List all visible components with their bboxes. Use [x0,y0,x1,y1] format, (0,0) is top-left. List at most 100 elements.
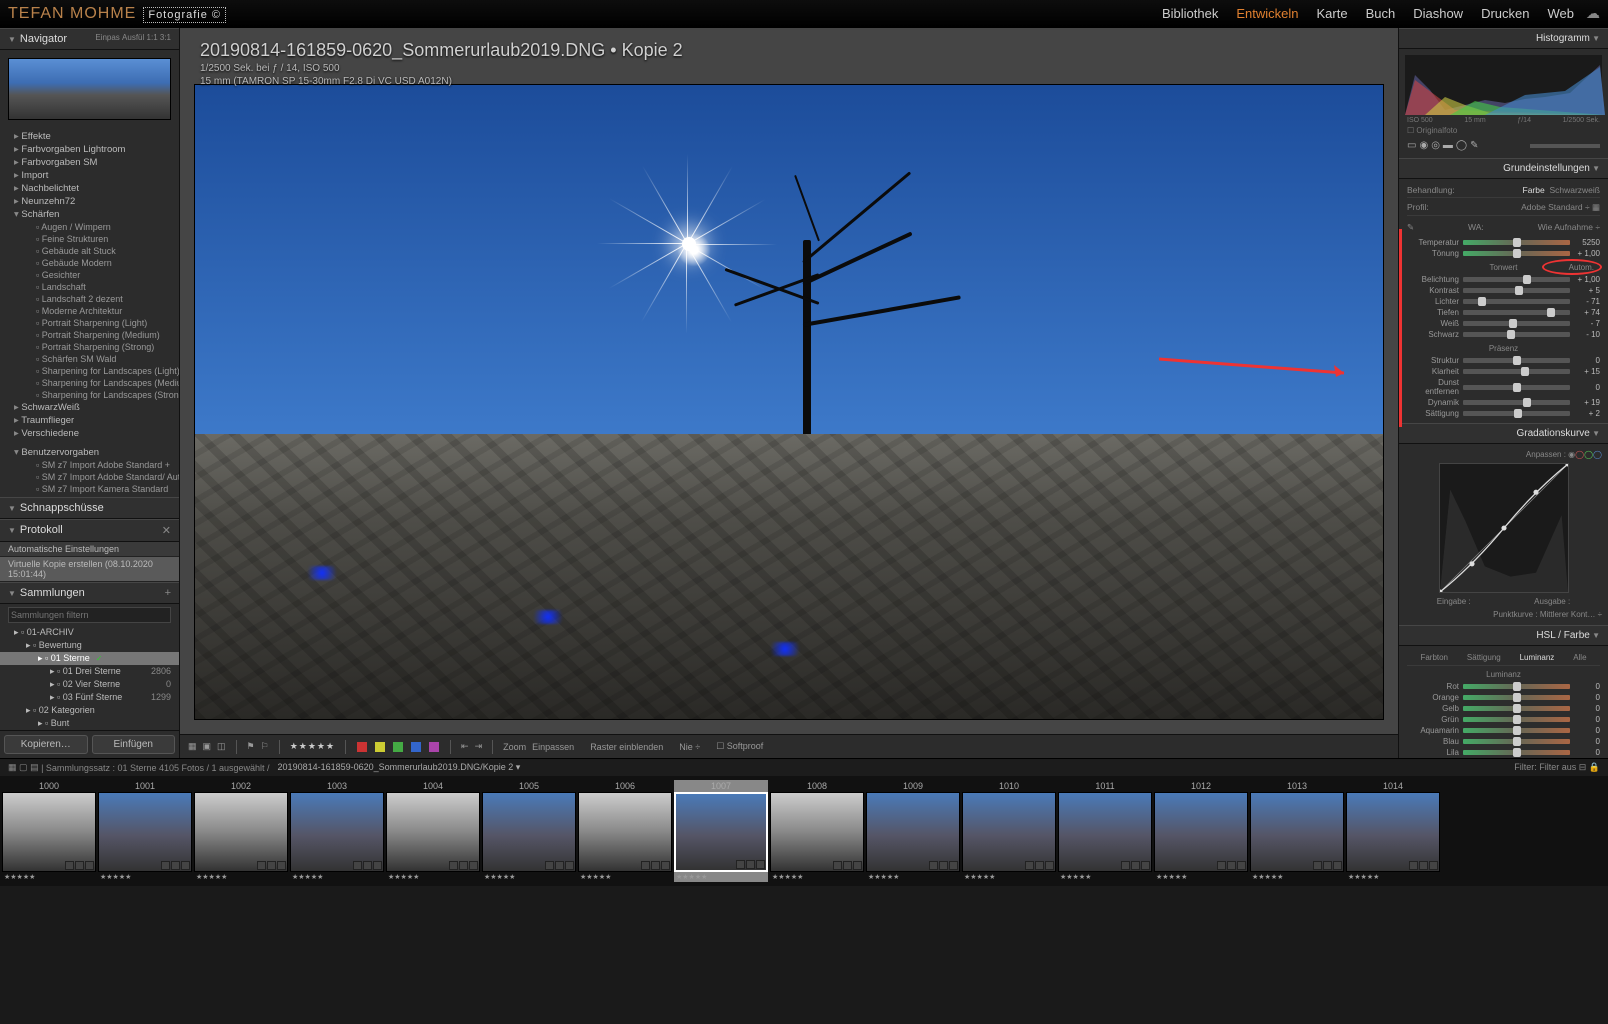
module-drucken[interactable]: Drucken [1481,6,1529,21]
wb-select[interactable]: Wie Aufnahme ÷ [1538,222,1600,233]
collections-header[interactable]: Sammlungen+ [0,582,179,604]
history-item[interactable]: Automatische Einstellungen [0,542,179,557]
slider-dunst-entfernen[interactable]: Dunst entfernen0 [1407,377,1600,397]
filmstrip-thumb[interactable]: 1014★★★★★ [1346,780,1440,882]
preset-item[interactable]: ▫ Landschaft 2 dezent [0,293,179,305]
preset-item[interactable]: ▫ Moderne Architektur [0,305,179,317]
filmstrip-thumb[interactable]: 1008★★★★★ [770,780,864,882]
collection-item[interactable]: ▸ ▫ Bewertung [0,639,179,652]
preset-folder[interactable]: Farbvorgaben Lightroom [0,143,179,156]
hsl-tab[interactable]: Sättigung [1467,653,1501,662]
navigator-header[interactable]: Navigator Einpas Ausfül 1:1 3:1 [0,28,179,50]
slider-rot[interactable]: Rot0 [1407,681,1600,692]
module-entwickeln[interactable]: Entwickeln [1236,6,1298,21]
redeye-tool-icon[interactable]: ◎ [1431,140,1440,151]
slider-lila[interactable]: Lila0 [1407,747,1600,758]
filmstrip-thumb[interactable]: 1013★★★★★ [1250,780,1344,882]
module-karte[interactable]: Karte [1317,6,1348,21]
collection-item[interactable]: ▸ ▫ 01 Sterne✓ [0,652,179,665]
history-header[interactable]: Protokoll✕ [0,519,179,542]
preset-item[interactable]: ▫ Landschaft [0,281,179,293]
collection-item[interactable]: ▸ ▫ 01 Drei Sterne2806 [0,665,179,678]
slider-dynamik[interactable]: Dynamik+ 19 [1407,397,1600,408]
collection-item[interactable]: ▸ ▫ 02 Kategorien [0,704,179,717]
hsl-tab[interactable]: Alle [1573,653,1586,662]
profile-select[interactable]: Adobe Standard ÷ ▦ [1521,202,1600,213]
module-buch[interactable]: Buch [1366,6,1396,21]
module-diashow[interactable]: Diashow [1413,6,1463,21]
preset-folder[interactable]: Neunzehn72 [0,195,179,208]
paste-button[interactable]: Einfügen [92,735,176,754]
breadcrumb-path[interactable]: 20190814-161859-0620_Sommerurlaub2019.DN… [278,762,521,773]
label-blue[interactable] [411,742,421,752]
nav-prev-icon[interactable]: ⇤ [461,741,469,752]
slider-temperatur[interactable]: Temperatur5250 [1407,237,1600,248]
collection-item[interactable]: ▸ ▫ 02 Vier Sterne0 [0,678,179,691]
preset-item[interactable]: ▫ Feine Strukturen [0,233,179,245]
filmstrip-thumb[interactable]: 1001★★★★★ [98,780,192,882]
filmstrip-thumb[interactable]: 1010★★★★★ [962,780,1056,882]
radial-tool-icon[interactable]: ◯ [1456,140,1467,151]
brush-tool-icon[interactable]: ✎ [1470,140,1478,151]
collections-filter-input[interactable] [8,607,171,623]
filmstrip-thumb[interactable]: 1000★★★★★ [2,780,96,882]
slider-belichtung[interactable]: Belichtung+ 1,00 [1407,274,1600,285]
preset-folder[interactable]: Effekte [0,130,179,143]
navigator-thumbnail[interactable] [8,58,171,120]
module-web[interactable]: Web [1548,6,1575,21]
preset-item[interactable]: ▫ SM z7 Import Adobe Standard + [0,459,179,471]
slider-struktur[interactable]: Struktur0 [1407,355,1600,366]
preset-item[interactable]: ▫ Sharpening for Landscapes (Strong) [0,389,179,401]
filmstrip-thumb[interactable]: 1002★★★★★ [194,780,288,882]
slider-weiß[interactable]: Weiß- 7 [1407,318,1600,329]
copy-button[interactable]: Kopieren… [4,735,88,754]
second-window-icon[interactable]: ▢ [19,762,28,773]
label-yellow[interactable] [375,742,385,752]
snapshots-header[interactable]: Schnappschüsse [0,497,179,519]
history-item[interactable]: Virtuelle Kopie erstellen (08.10.2020 15… [0,557,179,582]
spot-tool-icon[interactable]: ◉ [1419,140,1428,151]
hsl-tab[interactable]: Farbton [1420,653,1448,662]
filmstrip-thumb[interactable]: 1007★★★★★ [674,780,768,882]
preset-folder[interactable]: Import [0,169,179,182]
preset-item[interactable]: ▫ Sharpening for Landscapes (Medium) [0,377,179,389]
preset-item[interactable]: ▫ Gebäude Modern [0,257,179,269]
wb-picker-icon[interactable]: ✎ [1407,222,1414,233]
slider-orange[interactable]: Orange0 [1407,692,1600,703]
preset-item[interactable]: ▫ SM z7 Import Adobe Standard/ Auto [0,471,179,483]
collection-item[interactable]: ▸ ▫ Bunt [0,717,179,730]
softproof-toggle[interactable]: Softproof [727,741,764,751]
module-bibliothek[interactable]: Bibliothek [1162,6,1218,21]
filmstrip-thumb[interactable]: 1004★★★★★ [386,780,480,882]
slider-gelb[interactable]: Gelb0 [1407,703,1600,714]
slider-sättigung[interactable]: Sättigung+ 2 [1407,408,1600,419]
preset-item[interactable]: ▫ Gebäude alt Stuck [0,245,179,257]
auto-tone-button[interactable]: Autom. [1569,263,1594,272]
preset-folder[interactable]: Traumflieger [0,414,179,427]
preset-folder[interactable]: Nachbelichtet [0,182,179,195]
histogram[interactable] [1405,55,1602,115]
photo-canvas[interactable] [194,84,1384,720]
treatment-bw[interactable]: Schwarzweiß [1549,185,1600,195]
filmstrip[interactable]: 1000★★★★★1001★★★★★1002★★★★★1003★★★★★1004… [0,776,1608,886]
flag-icon[interactable]: ⚑ [247,741,255,752]
gradient-tool-icon[interactable]: ▬ [1443,140,1453,151]
preset-item[interactable]: ▫ Portrait Sharpening (Strong) [0,341,179,353]
flag-reject-icon[interactable]: ⚐ [261,741,269,752]
rating-stars[interactable]: ★★★★★ [290,741,335,752]
view-mode-icon[interactable]: ▦ [188,741,197,752]
collection-item[interactable]: ▸ ▫ 03 Fünf Sterne1299 [0,691,179,704]
tone-curve[interactable] [1439,463,1569,593]
preset-item[interactable]: ▫ Portrait Sharpening (Light) [0,317,179,329]
filter-select[interactable]: Filter aus [1539,762,1576,772]
preset-folder[interactable]: SchwarzWeiß [0,401,179,414]
hsl-tab[interactable]: Luminanz [1520,653,1555,662]
preset-item[interactable]: ▫ Gesichter [0,269,179,281]
slider-klarheit[interactable]: Klarheit+ 15 [1407,366,1600,377]
filmstrip-thumb[interactable]: 1012★★★★★ [1154,780,1248,882]
preset-item[interactable]: ▫ Augen / Wimpern [0,221,179,233]
crop-tool-icon[interactable]: ▭ [1407,140,1416,151]
filmstrip-thumb[interactable]: 1009★★★★★ [866,780,960,882]
filmstrip-thumb[interactable]: 1011★★★★★ [1058,780,1152,882]
slider-blau[interactable]: Blau0 [1407,736,1600,747]
